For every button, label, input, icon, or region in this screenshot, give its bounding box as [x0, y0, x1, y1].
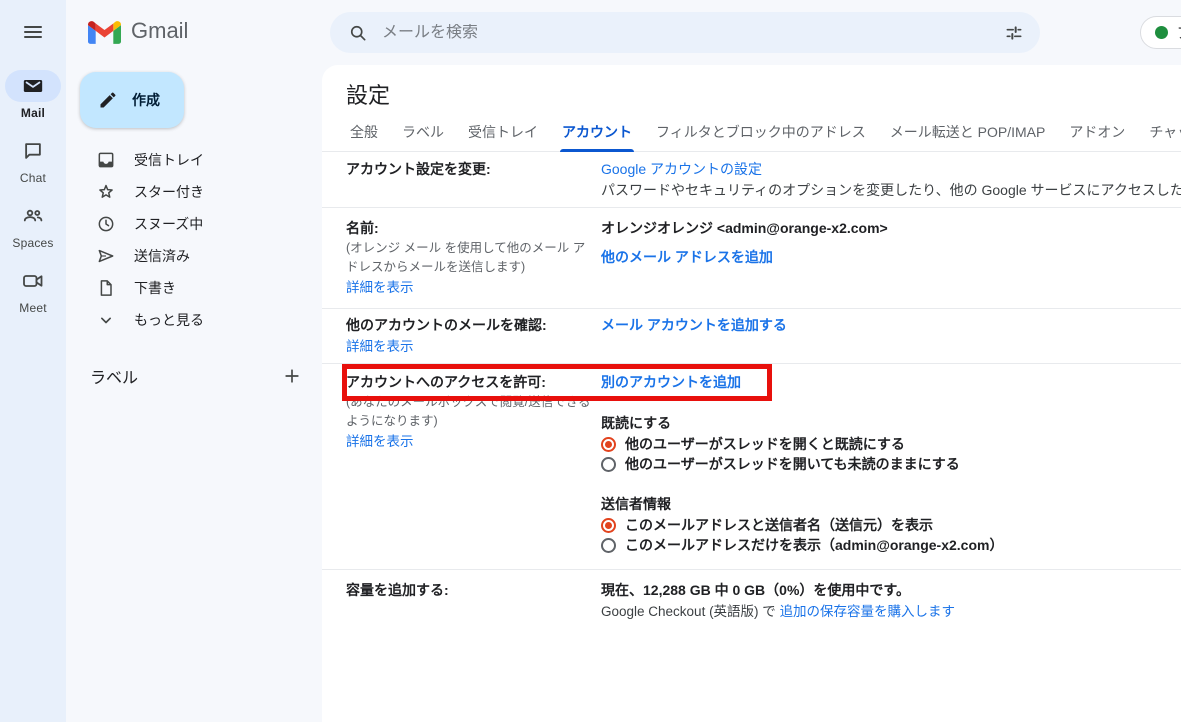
hamburger-menu-icon[interactable] — [13, 12, 53, 52]
tab-accounts[interactable]: アカウント — [560, 116, 634, 151]
chat-icon — [5, 135, 61, 167]
search-input[interactable] — [376, 24, 996, 42]
search-bar — [330, 12, 1040, 53]
tab-labels[interactable]: ラベル — [400, 116, 446, 151]
gmail-logo[interactable]: Gmail — [88, 18, 188, 44]
google-account-settings-link[interactable]: Google アカウントの設定 — [601, 159, 762, 180]
draft-icon — [96, 278, 116, 298]
page-title: 設定 — [346, 78, 390, 110]
row-name: 名前: (オレンジ メール を使用して他のメール アドレスからメールを送信します… — [322, 208, 1181, 309]
pencil-icon — [98, 90, 118, 110]
row-description: パスワードやセキュリティのオプションを変更したり、他の Google サービスに… — [601, 180, 1181, 201]
status-green-dot-icon — [1155, 26, 1168, 39]
row-grant-access: アカウントへのアクセスを許可: (あなたのメールボックスで閲覧/送信できるように… — [322, 364, 1181, 570]
purchase-prefix: Google Checkout (英語版) で — [601, 604, 780, 619]
tab-forwarding-pop-imap[interactable]: メール転送と POP/IMAP — [888, 116, 1048, 151]
radio-unselected-icon[interactable] — [601, 457, 616, 472]
sidebar-item-drafts[interactable]: 下書き — [66, 272, 322, 304]
tab-inbox[interactable]: 受信トレイ — [466, 116, 540, 151]
storage-usage-value: 現在、12,288 GB 中 0 GB（0%）を使用中です。 — [601, 580, 1181, 601]
mail-icon — [5, 70, 61, 102]
sidebar-item-more[interactable]: もっと見る — [66, 304, 322, 336]
sidebar-item-label: 送信済み — [134, 246, 190, 266]
tab-chat-meet[interactable]: チャットと Meet — [1147, 116, 1181, 151]
account-name-value: オレンジオレンジ <admin@orange-x2.com> — [601, 218, 1181, 239]
radio-unselected-icon[interactable] — [601, 538, 616, 553]
tab-filters[interactable]: フィルタとブロック中のアドレス — [654, 116, 868, 151]
row-note: (オレンジ メール を使用して他のメール アドレスからメールを送信します) — [346, 239, 593, 277]
rail-label: Meet — [19, 301, 46, 315]
storage-purchase-line: Google Checkout (英語版) で 追加の保存容量を購入します — [601, 601, 1181, 622]
rail-label: Spaces — [12, 236, 53, 250]
search-options-tune-icon[interactable] — [996, 15, 1032, 51]
row-label: アカウント設定を変更: — [346, 159, 593, 180]
settings-rows: アカウント設定を変更: Google アカウントの設定 パスワードやセキュリティ… — [322, 153, 1181, 628]
rail-item-spaces[interactable]: Spaces — [0, 200, 66, 250]
radio-option-show-address-only[interactable]: このメールアドレスだけを表示（admin@orange-x2.com） — [601, 535, 1181, 555]
row-label: 他のアカウントのメールを確認: — [346, 315, 593, 336]
row-change-account-settings: アカウント設定を変更: Google アカウントの設定 パスワードやセキュリティ… — [322, 153, 1181, 208]
logo-text: Gmail — [131, 18, 188, 44]
sidebar-item-inbox[interactable]: 受信トレイ — [66, 144, 322, 176]
radio-selected-icon[interactable] — [601, 518, 616, 533]
sidebar-item-sent[interactable]: 送信済み — [66, 240, 322, 272]
chevron-down-icon — [96, 310, 116, 330]
row-label: 容量を追加する: — [346, 580, 593, 601]
tab-addons[interactable]: アドオン — [1067, 116, 1127, 151]
show-details-link[interactable]: 詳細を表示 — [346, 277, 414, 298]
row-label: アカウントへのアクセスを許可: — [346, 372, 593, 393]
purchase-storage-link[interactable]: 追加の保存容量を購入します — [780, 601, 956, 622]
row-label: 名前: — [346, 218, 593, 239]
settings-tabs: 全般 ラベル 受信トレイ アカウント フィルタとブロック中のアドレス メール転送… — [322, 116, 1181, 152]
status-pill-label: アクティブ — [1177, 23, 1181, 43]
meet-icon — [5, 265, 61, 297]
mark-read-group-header: 既読にする — [601, 413, 1181, 434]
rail-label: Mail — [21, 106, 45, 120]
show-details-link[interactable]: 詳細を表示 — [346, 336, 414, 357]
sidebar-item-label: もっと見る — [134, 310, 204, 330]
add-another-account-link[interactable]: 別のアカウントを追加 — [601, 372, 741, 393]
sidebar-item-starred[interactable]: スター付き — [66, 176, 322, 208]
row-add-storage: 容量を追加する: 現在、12,288 GB 中 0 GB（0%）を使用中です。 … — [322, 570, 1181, 628]
settings-panel: 設定 全般 ラベル 受信トレイ アカウント フィルタとブロック中のアドレス メー… — [322, 65, 1181, 722]
tab-general[interactable]: 全般 — [348, 116, 380, 151]
show-details-link[interactable]: 詳細を表示 — [346, 431, 414, 452]
sidebar-nav: 受信トレイ スター付き スヌーズ中 送信済み 下書き もっと見る — [66, 144, 322, 336]
spaces-icon — [5, 200, 61, 232]
add-label-plus-icon[interactable] — [280, 364, 304, 388]
add-mail-account-link[interactable]: メール アカウントを追加する — [601, 315, 787, 336]
search-icon[interactable] — [340, 15, 376, 51]
labels-title: ラベル — [90, 364, 280, 388]
labels-section-header: ラベル — [66, 360, 322, 392]
sidebar-item-label: スター付き — [134, 182, 204, 202]
rail-item-chat[interactable]: Chat — [0, 135, 66, 185]
inbox-icon — [96, 150, 116, 170]
radio-selected-icon[interactable] — [601, 437, 616, 452]
sidebar: Gmail 作成 受信トレイ スター付き スヌーズ中 送信済み 下書き — [66, 0, 322, 722]
sidebar-item-label: 受信トレイ — [134, 150, 204, 170]
radio-option-keep-unread[interactable]: 他のユーザーがスレッドを開いても未読のままにする — [601, 454, 1181, 474]
app-rail: Mail Chat Spaces Meet — [0, 0, 66, 722]
star-icon — [96, 182, 116, 202]
row-check-other-accounts: 他のアカウントのメールを確認: 詳細を表示 メール アカウントを追加する — [322, 309, 1181, 364]
send-icon — [96, 246, 116, 266]
rail-item-meet[interactable]: Meet — [0, 265, 66, 315]
sidebar-item-label: 下書き — [134, 278, 176, 298]
rail-item-mail[interactable]: Mail — [0, 70, 66, 120]
row-note: (あなたのメールボックスで閲覧/送信できるようになります) — [346, 393, 593, 431]
sender-info-group-header: 送信者情報 — [601, 494, 1181, 515]
radio-option-show-address-and-name[interactable]: このメールアドレスと送信者名（送信元）を表示 — [601, 515, 1181, 535]
compose-button[interactable]: 作成 — [80, 72, 184, 128]
gmail-m-icon — [88, 19, 121, 44]
sidebar-item-label: スヌーズ中 — [134, 214, 203, 234]
rail-label: Chat — [20, 171, 46, 185]
compose-label: 作成 — [132, 90, 160, 110]
radio-option-mark-read-on-open[interactable]: 他のユーザーがスレッドを開くと既読にする — [601, 434, 1181, 454]
add-email-address-link[interactable]: 他のメール アドレスを追加 — [601, 247, 773, 268]
account-status-pill[interactable]: アクティブ — [1140, 16, 1181, 49]
clock-icon — [96, 214, 116, 234]
sidebar-item-snoozed[interactable]: スヌーズ中 — [66, 208, 322, 240]
